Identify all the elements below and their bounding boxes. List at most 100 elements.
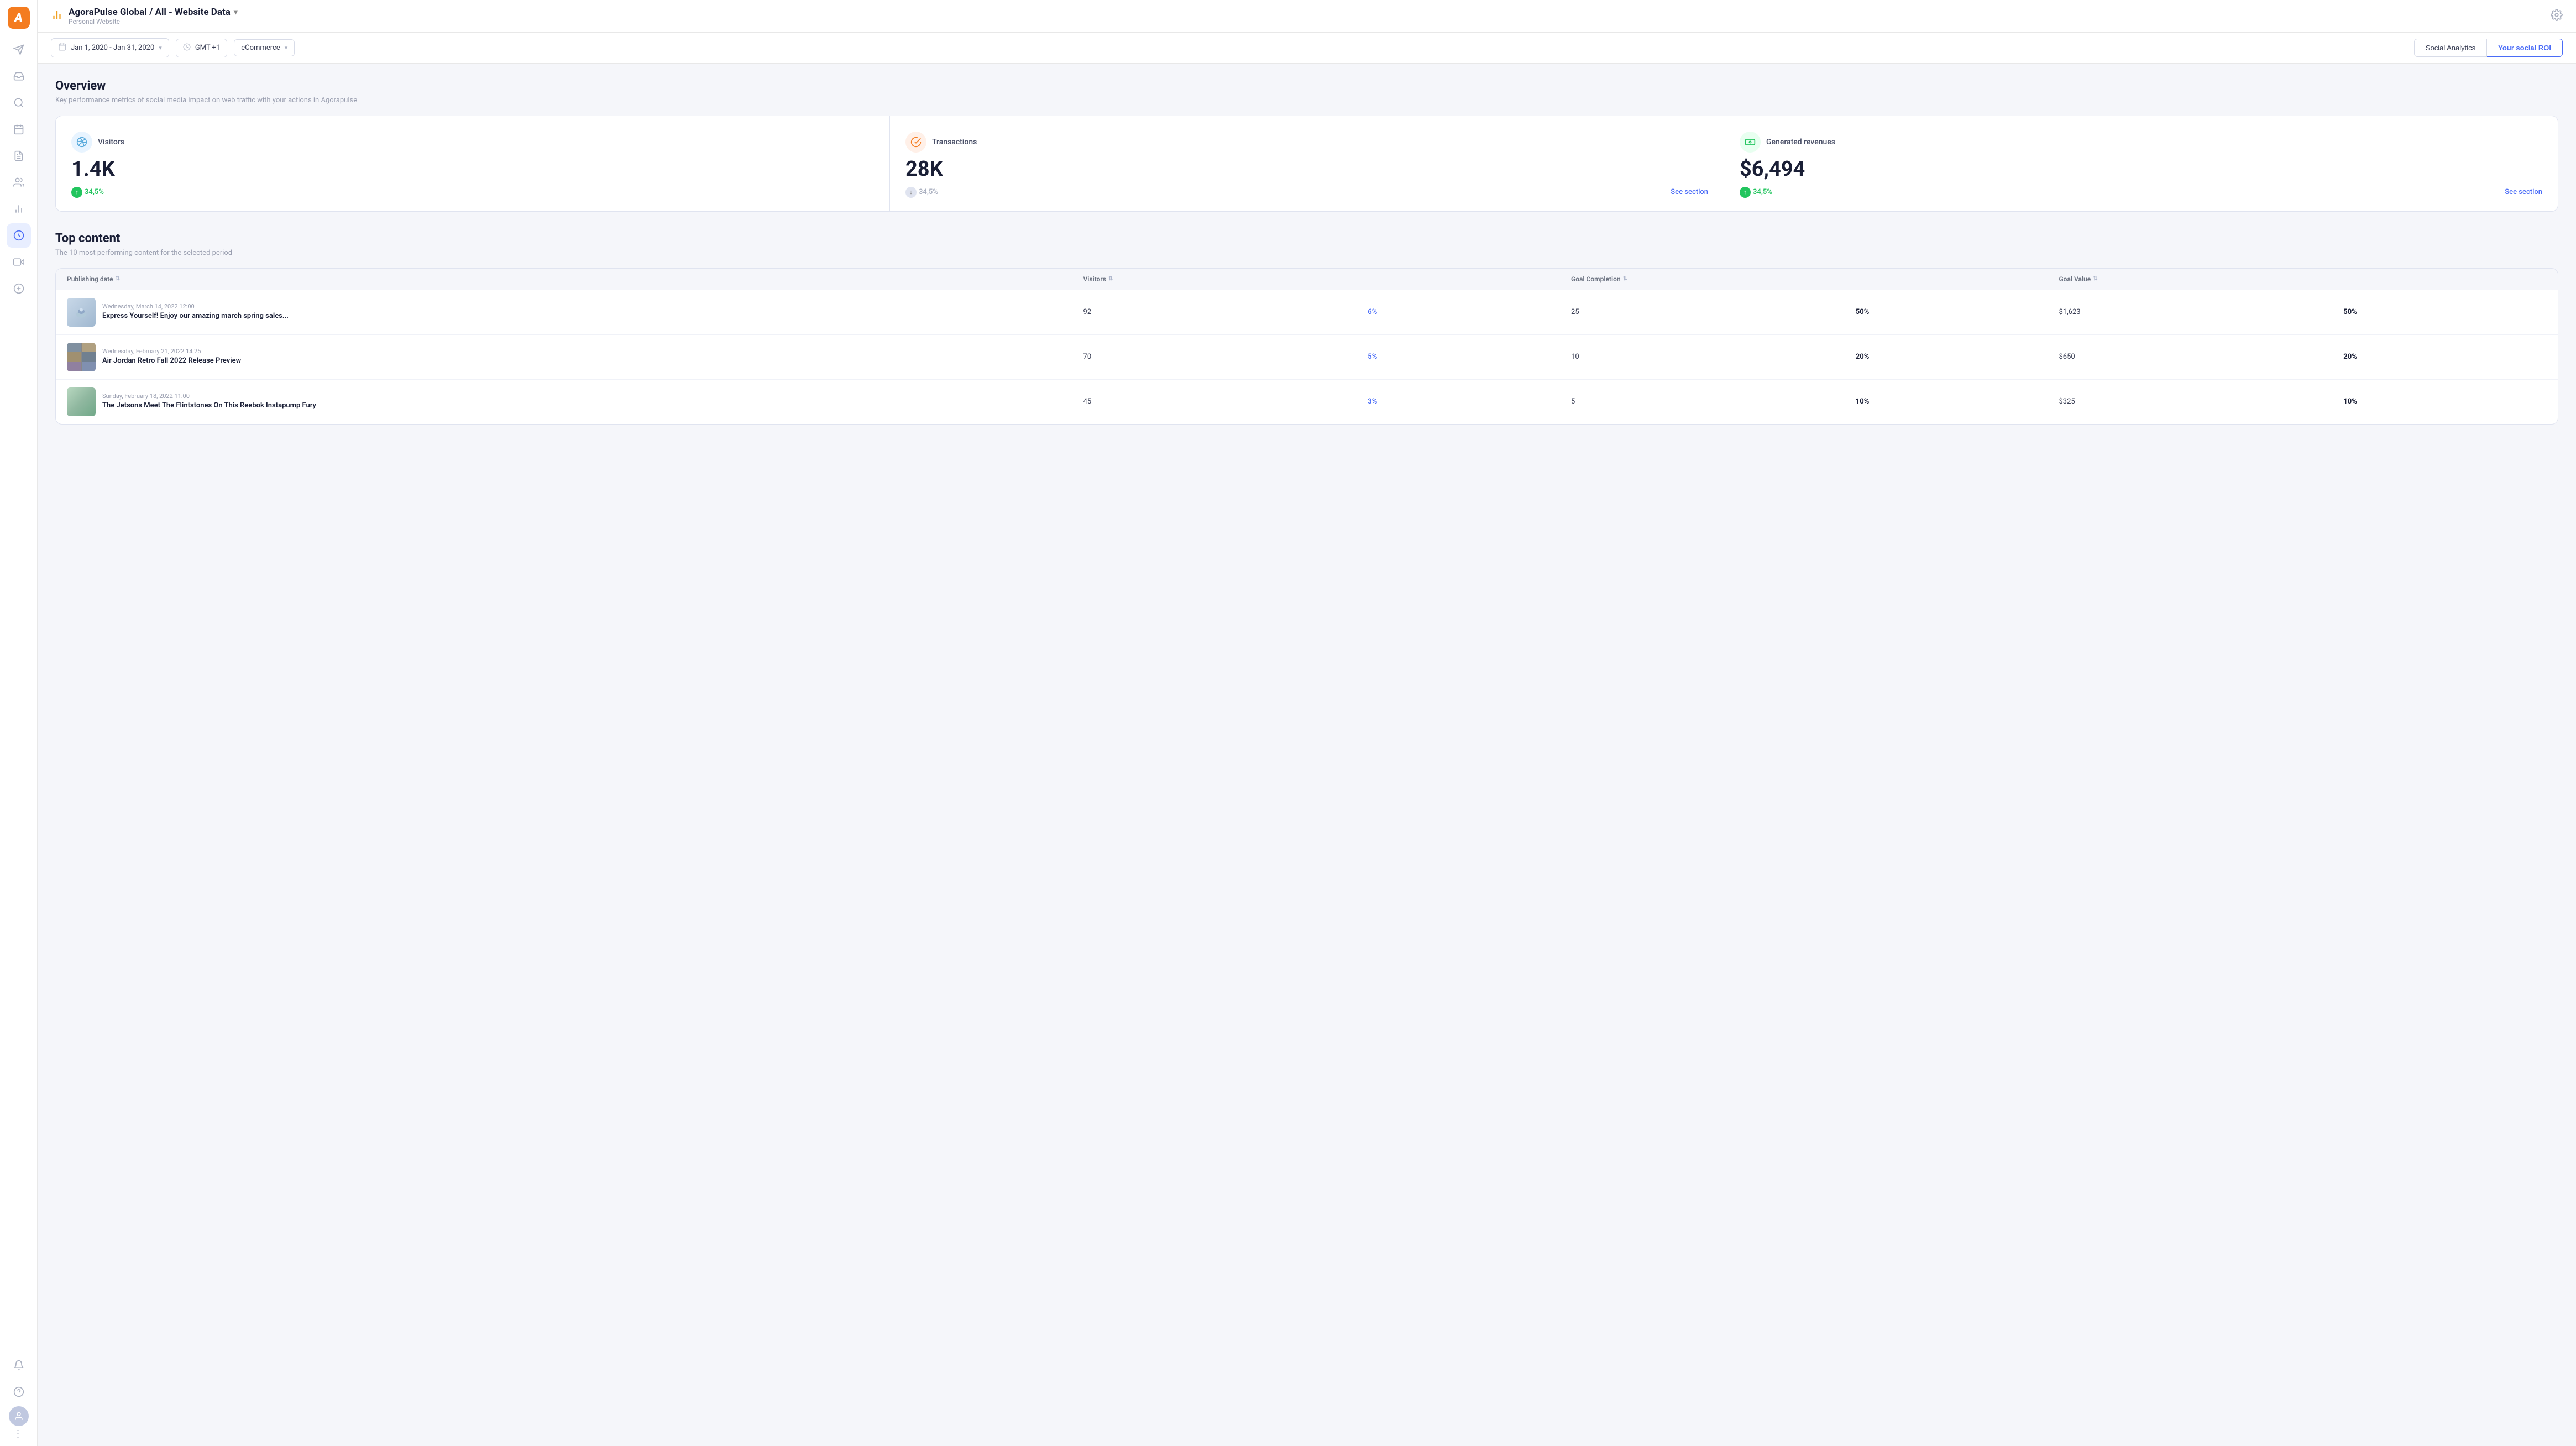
- visitors-sort-icon: ⇅: [1108, 276, 1113, 282]
- settings-icon[interactable]: [2551, 9, 2563, 24]
- top-content-subtitle: The 10 most performing content for the s…: [55, 249, 2558, 257]
- transactions-icon: [905, 132, 926, 153]
- post-cell-3: Sunday, February 18, 2022 11:00 The Jets…: [67, 387, 1083, 416]
- transactions-change: ↓ 34,5%: [905, 187, 938, 198]
- revenue-icon: [1740, 132, 1761, 153]
- revenue-see-section[interactable]: See section: [2505, 188, 2542, 196]
- transactions-down-icon: ↓: [905, 187, 917, 198]
- sidebar-item-roi[interactable]: [7, 223, 31, 248]
- top-content-section: Top content The 10 most performing conte…: [55, 232, 2558, 425]
- analytics-tabs: Social Analytics Your social ROI: [2414, 39, 2563, 57]
- post-cell-2: Wednesday, February 21, 2022 14:25 Air J…: [67, 343, 1083, 371]
- app-logo[interactable]: a: [8, 7, 30, 29]
- header-left: AgoraPulse Global / All - Website Data ▾…: [51, 7, 238, 25]
- post-date-1: Wednesday, March 14, 2022 12:00: [102, 303, 289, 310]
- clock-icon: [183, 43, 191, 53]
- goal-completion-pct-1: 50%: [1856, 308, 2059, 316]
- sidebar-item-team[interactable]: [7, 170, 31, 195]
- transactions-label: Transactions: [932, 138, 977, 146]
- goal-value-1: $1,623: [2059, 308, 2344, 316]
- revenue-up-icon: ↑: [1740, 187, 1751, 198]
- bar-chart-icon: [51, 9, 63, 24]
- goal-value-pct-3: 10%: [2343, 397, 2547, 406]
- revenue-label: Generated revenues: [1766, 138, 1835, 146]
- th-goal-pct: [1856, 275, 2059, 283]
- visitors-label: Visitors: [98, 138, 124, 146]
- th-publishing-date[interactable]: Publishing date ⇅: [67, 275, 1083, 283]
- post-title-2: Air Jordan Retro Fall 2022 Release Previ…: [102, 357, 241, 366]
- visitors-count-2: 70: [1083, 353, 1368, 361]
- sidebar-item-notifications[interactable]: [7, 1353, 31, 1377]
- sidebar-item-media[interactable]: [7, 250, 31, 274]
- th-value-pct: [2343, 275, 2547, 283]
- sidebar-item-listening[interactable]: [7, 91, 31, 115]
- visitors-count-1: 92: [1083, 308, 1368, 316]
- post-date-2: Wednesday, February 21, 2022 14:25: [102, 348, 241, 355]
- sidebar-item-help[interactable]: [7, 1380, 31, 1404]
- goal-value-pct-1: 50%: [2343, 308, 2547, 316]
- revenue-value: $6,494: [1740, 158, 2542, 181]
- post-cell-1: Wednesday, March 14, 2022 12:00 Express …: [67, 298, 1083, 327]
- main-content: AgoraPulse Global / All - Website Data ▾…: [38, 0, 2576, 1446]
- goal-value-2: $650: [2059, 353, 2344, 361]
- visitors-count-3: 45: [1083, 397, 1368, 406]
- visitors-value: 1.4K: [71, 158, 874, 181]
- post-title-1: Express Yourself! Enjoy our amazing marc…: [102, 312, 289, 321]
- metric-visitors: Visitors 1.4K ↑ 34,5%: [56, 116, 889, 211]
- sidebar-item-compose[interactable]: [7, 38, 31, 62]
- top-content-table: Publishing date ⇅ Visitors ⇅ Goal Comple…: [55, 268, 2558, 425]
- header: AgoraPulse Global / All - Website Data ▾…: [38, 0, 2576, 33]
- goal-completion-pct-3: 10%: [1856, 397, 2059, 406]
- sidebar-item-reports[interactable]: [7, 144, 31, 168]
- metrics-grid: Visitors 1.4K ↑ 34,5%: [55, 116, 2558, 212]
- transactions-see-section[interactable]: See section: [1671, 188, 1708, 196]
- th-goal-completion[interactable]: Goal Completion ⇅: [1571, 275, 1856, 283]
- table-row: Sunday, February 18, 2022 11:00 The Jets…: [56, 380, 2558, 424]
- visitors-pct-2: 5%: [1368, 353, 1571, 361]
- category-selector[interactable]: eCommerce ▾: [234, 39, 295, 56]
- sidebar-avatar[interactable]: [9, 1406, 29, 1426]
- overview-subtitle: Key performance metrics of social media …: [55, 96, 2558, 104]
- calendar-icon: [58, 43, 66, 53]
- goal-value-3: $325: [2059, 397, 2344, 406]
- tab-social-analytics[interactable]: Social Analytics: [2414, 39, 2487, 57]
- post-title-3: The Jetsons Meet The Flintstones On This…: [102, 401, 316, 411]
- date-chevron-icon: ▾: [159, 44, 162, 51]
- category-chevron-icon: ▾: [285, 44, 288, 51]
- post-date-3: Sunday, February 18, 2022 11:00: [102, 392, 316, 400]
- metric-revenue: Generated revenues $6,494 ↑ 34,5% See se…: [1724, 116, 2558, 211]
- sidebar-item-analytics[interactable]: [7, 197, 31, 221]
- table-row: Wednesday, March 14, 2022 12:00 Express …: [56, 290, 2558, 335]
- post-thumbnail-3: [67, 387, 96, 416]
- th-goal-value[interactable]: Goal Value ⇅: [2059, 275, 2344, 283]
- tab-social-roi[interactable]: Your social ROI: [2487, 39, 2563, 57]
- post-thumbnail-1: [67, 298, 96, 327]
- goal-sort-icon: ⇅: [1623, 276, 1627, 282]
- sidebar-item-calendar[interactable]: [7, 117, 31, 142]
- visitors-up-icon: ↑: [71, 187, 82, 198]
- visitors-icon: [71, 132, 92, 153]
- overview-title: Overview: [55, 79, 2558, 93]
- visitors-change: ↑ 34,5%: [71, 187, 104, 198]
- post-thumbnail-2: [67, 343, 96, 371]
- sidebar-item-inbox[interactable]: [7, 64, 31, 88]
- page-subtitle: Personal Website: [69, 18, 238, 25]
- goal-completion-2: 10: [1571, 353, 1856, 361]
- th-visitors[interactable]: Visitors ⇅: [1083, 275, 1368, 283]
- sidebar: a ⋮: [0, 0, 38, 1446]
- goal-value-pct-2: 20%: [2343, 353, 2547, 361]
- goal-completion-3: 5: [1571, 397, 1856, 406]
- toolbar: Jan 1, 2020 - Jan 31, 2020 ▾ GMT +1 eCom…: [38, 33, 2576, 64]
- revenue-change: ↑ 34,5%: [1740, 187, 1772, 198]
- page-title[interactable]: AgoraPulse Global / All - Website Data ▾: [69, 7, 238, 18]
- date-range-picker[interactable]: Jan 1, 2020 - Jan 31, 2020 ▾: [51, 38, 169, 57]
- th-visitors-pct: [1368, 275, 1571, 283]
- visitors-pct-1: 6%: [1368, 308, 1571, 316]
- sidebar-item-more[interactable]: ⋮: [7, 1428, 31, 1439]
- transactions-value: 28K: [905, 158, 1708, 181]
- timezone-selector[interactable]: GMT +1: [176, 39, 227, 57]
- sidebar-item-add[interactable]: [7, 276, 31, 301]
- overview-section: Overview Key performance metrics of soci…: [55, 79, 2558, 212]
- goal-completion-1: 25: [1571, 308, 1856, 316]
- value-sort-icon: ⇅: [2093, 276, 2097, 282]
